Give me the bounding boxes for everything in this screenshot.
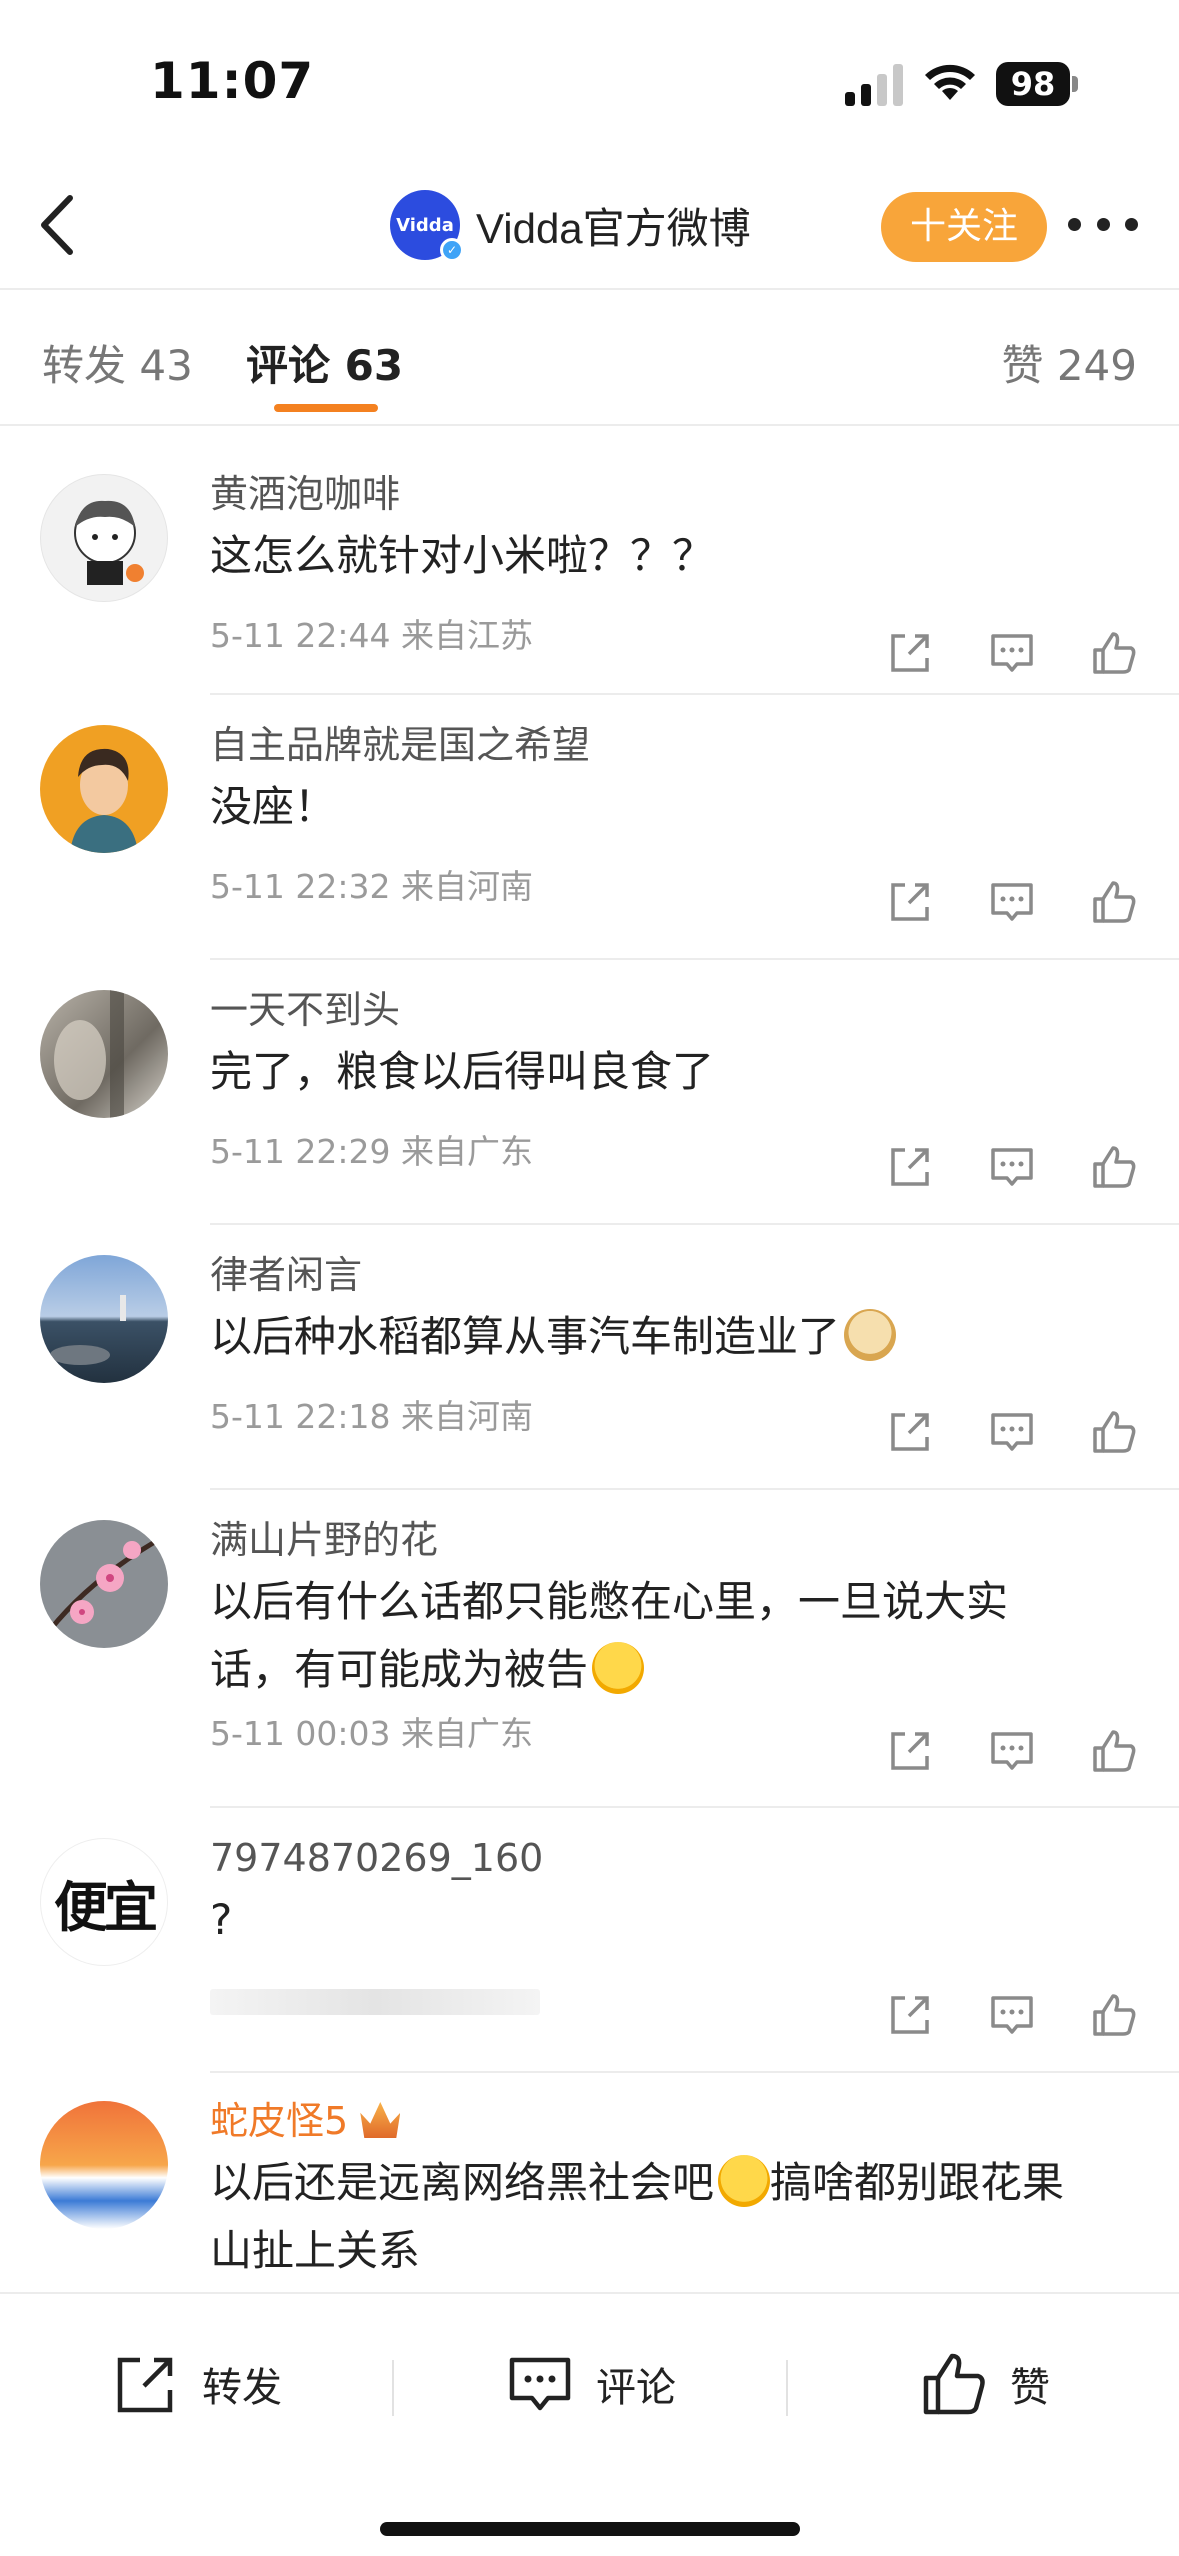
comment-text: 没座！ [210,782,337,831]
comment-text: 完了，粮食以后得叫良食了 [210,1047,715,1096]
like-icon[interactable] [1089,1990,1139,2040]
tab-repost[interactable]: 转发 43 [42,332,193,393]
cellular-signal-icon [845,64,903,106]
blurred-meta [210,1988,540,2015]
comment-author[interactable]: 一天不到头 [210,982,1179,1038]
cartoon-avatar-icon [74,500,144,585]
comment-text: 话，有可能成为被告 [210,1636,1179,1704]
comment-author-name: 蛇皮怪5 [210,2099,349,2143]
seaside-photo-avatar [50,1295,126,1365]
comment-author[interactable]: 满山片野的花 [210,1512,1179,1568]
comment-icon [509,2357,571,2411]
account-name[interactable]: Vidda官方微博 [476,195,751,256]
divider [786,2360,788,2416]
tab-active-indicator [274,404,378,412]
share-icon[interactable] [885,628,935,678]
stone-photo-avatar [54,990,124,1118]
avatar[interactable] [40,474,168,602]
comment-item: 便宜 7974870269_160 ? [0,1808,1179,2073]
comment-label: 评论 [596,2365,676,2411]
share-icon[interactable] [885,1726,935,1776]
share-icon[interactable] [885,1990,935,2040]
tab-bar: 转发 43 评论 63 赞 249 [0,292,1179,426]
doge-emoji-icon [844,1309,897,1361]
battery-level: 98 [996,62,1070,106]
laugh-cry-emoji-icon [718,2155,771,2207]
comment-text: 这怎么就针对小米啦？？？ [210,531,715,580]
comment-author[interactable]: 7974870269_160 [210,1830,1179,1886]
avatar[interactable]: 便宜 [40,1838,168,1966]
reply-icon[interactable] [987,1726,1037,1776]
avatar[interactable] [40,1255,168,1383]
reply-icon[interactable] [987,1407,1037,1457]
laugh-cry-emoji-icon [592,1642,645,1694]
reply-icon[interactable] [987,877,1037,927]
comment-text-content: 以后还是远离网络黑社会吧 [210,2158,715,2207]
nav-bar: Vidda ✓ Vidda官方微博 十关注 [0,160,1179,290]
status-bar: 11:07 98 [0,0,1179,150]
flower-photo-avatar [48,1537,160,1632]
wifi-icon [925,64,975,100]
like-icon[interactable] [1089,1407,1139,1457]
avatar-calligraphy-text: 便宜 [54,1874,158,1939]
repost-label: 转发 [202,2365,282,2411]
comment-text: ? [210,1895,233,1944]
home-indicator[interactable] [380,2522,800,2536]
comment-item: 蛇皮怪5 以后还是远离网络黑社会吧 搞啥都别跟花果 山扯上关系 [0,2073,1179,2292]
back-arrow-icon[interactable] [28,190,88,260]
tab-comments[interactable]: 评论 63 [246,332,403,393]
comment-item: 满山片野的花 以后有什么话都只能憋在心里，一旦说大实 话，有可能成为被告 5-1… [0,1490,1179,1808]
comment-text-line: 以后有什么话都只能憋在心里，一旦说大实 [210,1577,1009,1626]
battery-icon: 98 [996,62,1078,106]
like-icon [923,2353,985,2415]
like-icon[interactable] [1089,628,1139,678]
comment-text-content: 话，有可能成为被告 [210,1645,589,1694]
tab-likes[interactable]: 赞 249 [1001,332,1137,393]
status-time: 11:07 [150,52,315,110]
reply-icon[interactable] [987,1990,1037,2040]
comment-item: 一天不到头 完了，粮食以后得叫良食了 5-11 22:29 来自广东 [0,960,1179,1225]
avatar[interactable] [40,725,168,853]
like-icon[interactable] [1089,877,1139,927]
battery-tip [1072,76,1078,92]
repost-button[interactable]: 转发 [112,2344,282,2424]
more-options-icon[interactable] [1068,204,1138,244]
avatar[interactable] [40,990,168,1118]
comment-list[interactable]: 黄酒泡咖啡 这怎么就针对小米啦？？？ 5-11 22:44 来自江苏 自主品牌就… [0,430,1179,2292]
crown-icon [360,2102,401,2138]
comment-author[interactable]: 自主品牌就是国之希望 [210,717,1179,773]
comment-item: 律者闲言 以后种水稻都算从事汽车制造业了 5-11 22:18 来自河南 [0,1225,1179,1490]
reply-icon[interactable] [987,628,1037,678]
avatar[interactable] [40,1520,168,1648]
like-icon[interactable] [1089,1726,1139,1776]
repost-icon [117,2357,173,2413]
comment-text-line: 山扯上关系 [210,2226,421,2275]
comment-item: 黄酒泡咖啡 这怎么就针对小米啦？？？ 5-11 22:44 来自江苏 [0,430,1179,695]
comment-text-content-2: 搞啥都别跟花果 [770,2158,1065,2207]
account-avatar-text: Vidda [396,214,454,236]
divider [392,2360,394,2416]
reply-icon[interactable] [987,1142,1037,1192]
like-label: 赞 [1010,2365,1050,2411]
bottom-toolbar: 转发 评论 赞 [0,2292,1179,2556]
avatar[interactable] [40,2101,168,2229]
account-header[interactable]: Vidda ✓ Vidda官方微博 [390,188,751,262]
share-icon[interactable] [885,877,935,927]
comment-author[interactable]: 律者闲言 [210,1247,1179,1303]
comment-author[interactable]: 黄酒泡咖啡 [210,466,1179,522]
like-icon[interactable] [1089,1142,1139,1192]
follow-button[interactable]: 十关注 [881,192,1047,262]
comment-button[interactable]: 评论 [506,2344,676,2424]
comment-text-content: 以后种水稻都算从事汽车制造业了 [210,1312,841,1361]
comment-text: 以后还是远离网络黑社会吧 搞啥都别跟花果 [210,2149,1179,2217]
person-avatar-icon [70,748,138,853]
comment-author[interactable]: 蛇皮怪5 [210,2093,1179,2149]
share-icon[interactable] [885,1407,935,1457]
like-button[interactable]: 赞 [920,2344,1050,2424]
verified-badge-icon: ✓ [440,238,464,262]
account-avatar[interactable]: Vidda ✓ [390,190,464,262]
comment-text: 以后种水稻都算从事汽车制造业了 [210,1303,1179,1371]
comment-item: 自主品牌就是国之希望 没座！ 5-11 22:32 来自河南 [0,695,1179,960]
share-icon[interactable] [885,1142,935,1192]
